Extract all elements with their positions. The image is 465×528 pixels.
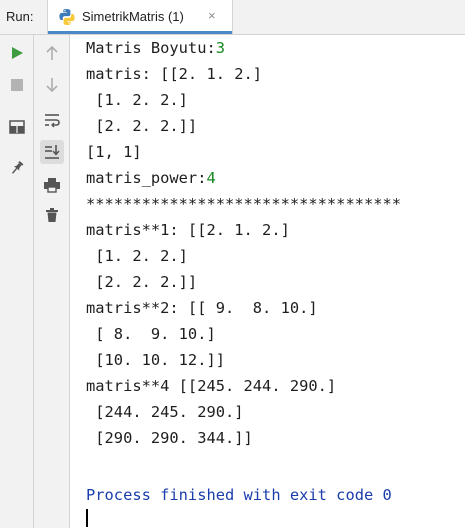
soft-wrap-icon[interactable]: [40, 108, 64, 132]
console-line: matris**4 [[245. 244. 290.]: [86, 377, 337, 395]
console-line: [290. 290. 344.]]: [86, 429, 253, 447]
text-cursor: [86, 509, 88, 527]
pin-icon[interactable]: [5, 156, 29, 180]
print-icon[interactable]: [40, 173, 64, 197]
console-line: Matris Boyutu:3: [86, 39, 226, 57]
tab-active-indicator: [48, 31, 232, 34]
console-line: matris_power:4: [86, 169, 216, 187]
console-output[interactable]: Matris Boyutu:3 matris: [[2. 1. 2.] [1. …: [70, 35, 465, 528]
console-line: [10. 10. 12.]]: [86, 351, 225, 369]
console-line: matris**2: [[ 9. 8. 10.]: [86, 299, 318, 317]
python-icon: [58, 8, 76, 26]
run-toolbar: [0, 35, 34, 528]
layout-icon[interactable]: [5, 115, 29, 139]
close-icon[interactable]: ×: [208, 8, 216, 23]
console-line: **********************************: [86, 195, 402, 213]
run-icon[interactable]: [5, 41, 29, 65]
console-line: [1, 1]: [86, 143, 142, 161]
scroll-to-end-icon[interactable]: [40, 140, 64, 164]
tab-simetrikmatris[interactable]: SimetrikMatris (1) ×: [47, 0, 233, 34]
trash-icon[interactable]: [40, 203, 64, 227]
run-tab-bar: Run: SimetrikMatris (1) ×: [0, 0, 465, 35]
console-line: [ 8. 9. 10.]: [86, 325, 216, 343]
arrow-down-icon[interactable]: [40, 73, 64, 97]
console-line: [244. 245. 290.]: [86, 403, 244, 421]
arrow-up-icon[interactable]: [40, 41, 64, 65]
stop-icon[interactable]: [5, 73, 29, 97]
process-finished-message: Process finished with exit code 0: [86, 486, 392, 504]
console-line: [2. 2. 2.]]: [86, 117, 198, 135]
console-line: matris: [[2. 1. 2.]: [86, 65, 263, 83]
user-input: 3: [215, 39, 226, 57]
tab-title: SimetrikMatris (1): [82, 9, 184, 24]
user-input: 4: [206, 169, 216, 187]
console-line: matris**1: [[2. 1. 2.]: [86, 221, 290, 239]
console-toolbar: [34, 35, 70, 528]
console-line: [2. 2. 2.]]: [86, 273, 198, 291]
console-line: [1. 2. 2.]: [86, 91, 188, 109]
run-label: Run:: [6, 9, 34, 24]
console-line: [1. 2. 2.]: [86, 247, 188, 265]
